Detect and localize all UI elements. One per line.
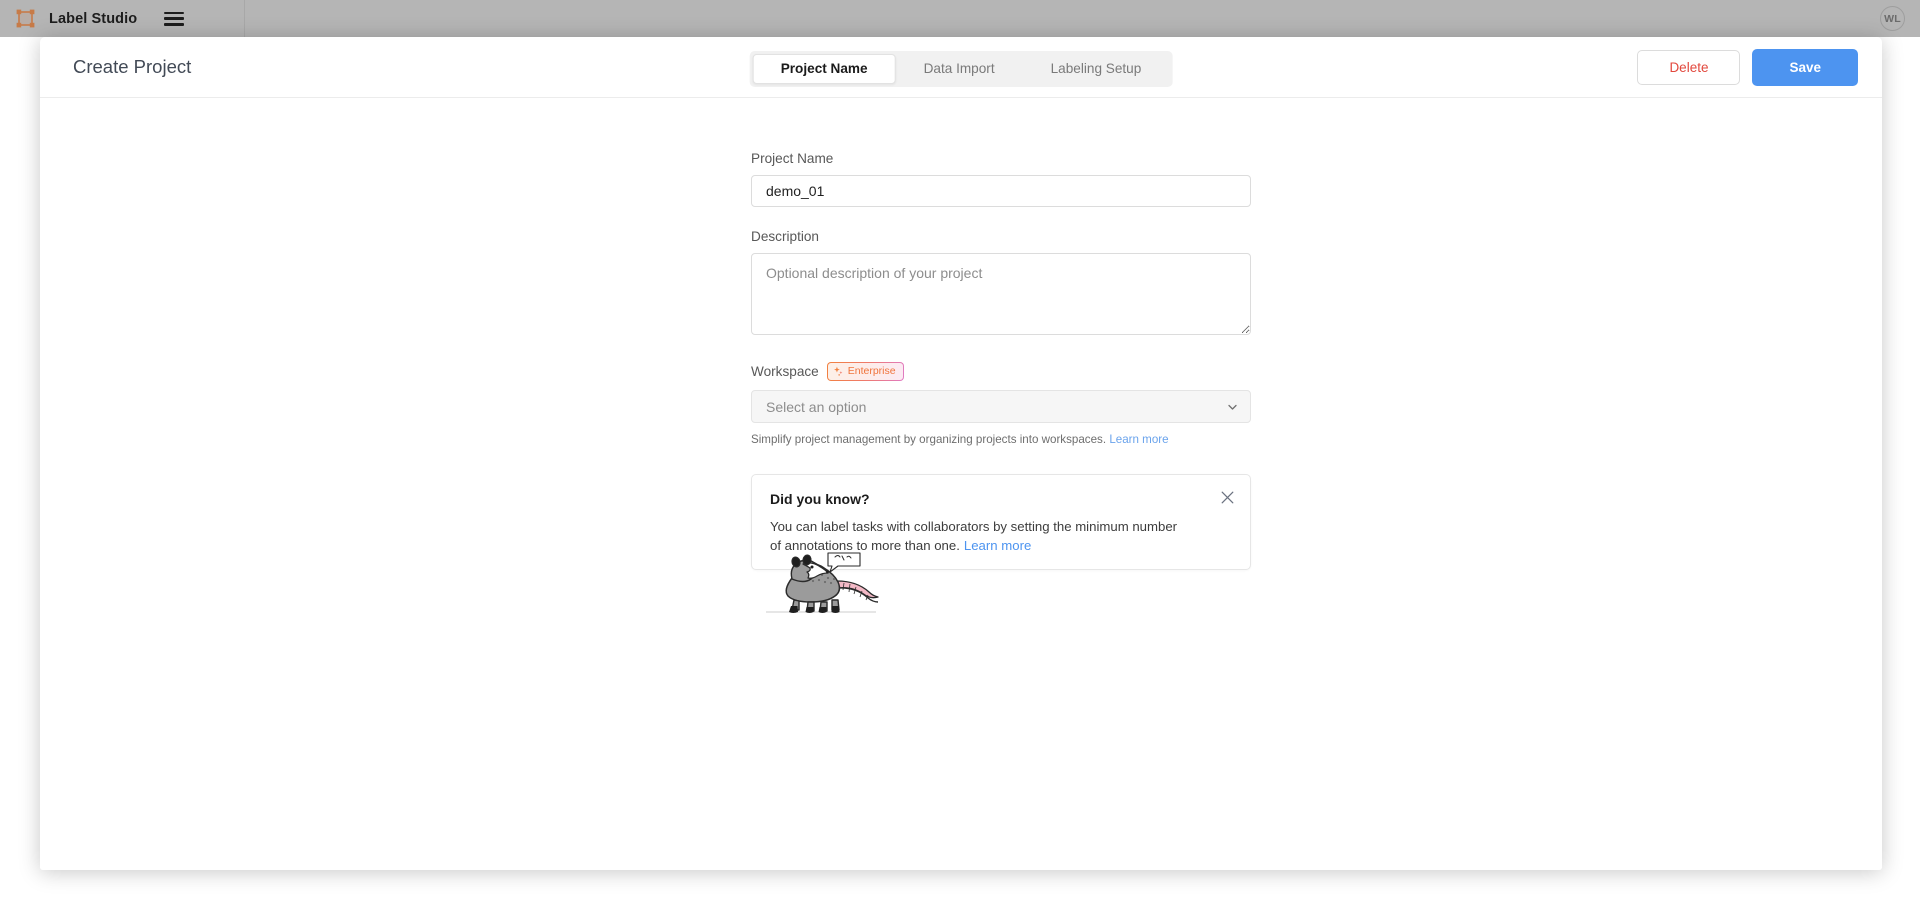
modal-body: Project Name Description Workspace [40,98,1882,870]
avatar[interactable]: WL [1880,6,1905,31]
did-you-know-title: Did you know? [770,491,870,507]
hamburger-menu-icon[interactable] [164,11,185,26]
close-icon[interactable] [1220,490,1235,505]
description-textarea[interactable] [751,253,1251,335]
tab-project-name[interactable]: Project Name [752,54,896,84]
page-title: Create Project [73,56,192,77]
workspace-label: Workspace [751,364,819,379]
form-spacer [751,207,1251,229]
project-name-label: Project Name [751,151,834,166]
label-studio-bbox-logo-icon [16,9,35,28]
sparkle-icon [833,366,844,377]
tab-data-import[interactable]: Data Import [896,54,1023,84]
did-you-know-body: You can label tasks with collaborators b… [770,517,1190,555]
workspace-select-wrapper: Select an option [751,390,1251,423]
workspace-select[interactable]: Select an option [751,390,1251,423]
workspace-learn-more-link[interactable]: Learn more [1109,433,1168,446]
opossum-mascot-illustration [764,548,882,622]
project-name-field-group: Project Name [751,151,1251,207]
top-bar-spacer [245,0,1880,37]
modal-header-actions: Delete Save [1637,37,1858,98]
tab-labeling-setup[interactable]: Labeling Setup [1023,54,1170,84]
top-bar-brand-section: Label Studio [0,0,245,37]
description-label: Description [751,229,819,244]
workspace-select-value: Select an option [766,398,867,415]
enterprise-badge-label: Enterprise [847,365,896,377]
save-button[interactable]: Save [1752,48,1858,87]
workspace-helper-sentence: Simplify project management by organizin… [751,433,1107,446]
project-name-input[interactable] [751,175,1251,207]
description-field-group: Description [751,229,1251,335]
form-spacer [751,335,1251,362]
top-bar: Label Studio WL [0,0,1920,37]
did-you-know-card: Did you know? You can label tasks with c… [751,474,1251,613]
app-name-label: Label Studio [49,10,138,27]
workspace-helper-text: Simplify project management by organizin… [751,433,1251,447]
did-you-know-learn-more-link[interactable]: Learn more [960,538,1031,553]
workspace-label-row: Workspace Enterprise [751,362,1251,381]
app-root: Label Studio WL Create Project Project N… [0,0,1920,912]
create-project-modal: Create Project Project Name Data Import … [40,37,1882,870]
create-project-form: Project Name Description Workspace [751,151,1251,613]
workspace-field-group: Workspace Enterprise Select an option Si… [751,362,1251,447]
modal-tabs: Project Name Data Import Labeling Setup [749,51,1173,87]
modal-header: Create Project Project Name Data Import … [40,37,1882,98]
enterprise-badge: Enterprise [827,362,904,381]
delete-button[interactable]: Delete [1637,49,1741,86]
